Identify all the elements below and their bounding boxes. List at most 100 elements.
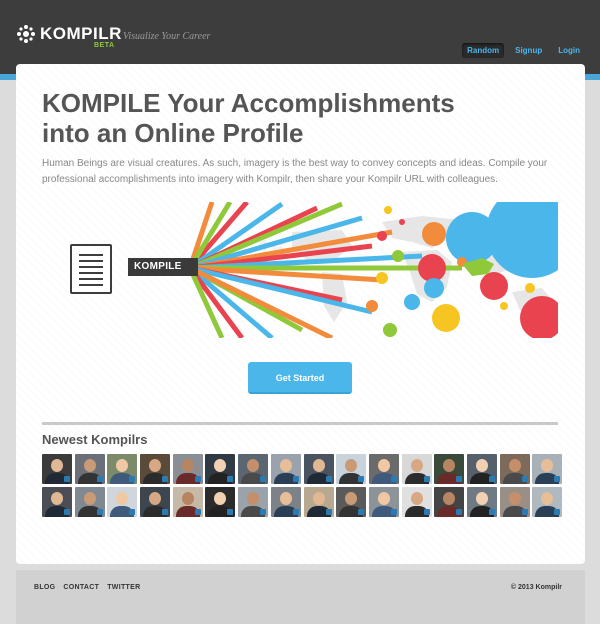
linkedin-badge-icon bbox=[554, 476, 561, 482]
linkedin-badge-icon bbox=[423, 509, 430, 515]
footer-contact-link[interactable]: CONTACT bbox=[63, 584, 99, 591]
avatar-head bbox=[443, 492, 456, 505]
avatar-head bbox=[247, 492, 260, 505]
avatar-head bbox=[443, 459, 456, 472]
avatar[interactable] bbox=[238, 487, 269, 517]
avatar[interactable] bbox=[42, 454, 72, 484]
copyright: © 2013 Kompilr bbox=[510, 584, 562, 591]
logo-text: KOMPILR bbox=[40, 24, 122, 43]
hero-graphic: 16 16 bbox=[187, 186, 578, 341]
avatar-head bbox=[51, 459, 63, 472]
avatar[interactable] bbox=[532, 487, 563, 517]
avatar[interactable] bbox=[466, 487, 497, 517]
footer-twitter-link[interactable]: TWITTER bbox=[107, 584, 140, 591]
linkedin-badge-icon bbox=[129, 509, 136, 515]
avatar[interactable] bbox=[205, 487, 236, 517]
hero-illustration: 16 16 bbox=[42, 186, 578, 341]
linkedin-badge-icon bbox=[194, 509, 201, 515]
footer-links: BLOG CONTACT TWITTER bbox=[34, 584, 140, 591]
footer bbox=[16, 570, 585, 624]
avatar[interactable] bbox=[270, 454, 301, 484]
avatar[interactable] bbox=[401, 454, 432, 484]
avatar-head bbox=[475, 459, 488, 472]
linkedin-badge-icon bbox=[292, 509, 299, 515]
avatar[interactable] bbox=[401, 487, 432, 517]
nav-login-link[interactable]: Login bbox=[553, 43, 585, 58]
linkedin-badge-icon bbox=[292, 476, 299, 482]
linkedin-badge-icon bbox=[227, 476, 234, 482]
avatar-head bbox=[410, 459, 423, 472]
avatar-head bbox=[345, 459, 358, 472]
avatar-head bbox=[51, 492, 63, 505]
avatar-head bbox=[247, 459, 260, 472]
avatar-head bbox=[149, 492, 162, 505]
linkedin-badge-icon bbox=[390, 476, 397, 482]
page-title-line1: KOMPILE Your Accomplishments bbox=[42, 88, 455, 118]
avatar-head bbox=[345, 492, 358, 505]
avatar[interactable] bbox=[107, 454, 138, 484]
kompile-label: KOMPILE bbox=[128, 258, 198, 276]
linkedin-badge-icon bbox=[96, 476, 103, 482]
nav-signup-link[interactable]: Signup bbox=[510, 43, 547, 58]
avatar[interactable] bbox=[270, 487, 301, 517]
linkedin-badge-icon bbox=[554, 509, 561, 515]
linkedin-badge-icon bbox=[162, 509, 169, 515]
logo[interactable]: KOMPILR bbox=[16, 24, 122, 44]
avatar[interactable] bbox=[336, 454, 367, 484]
avatar[interactable] bbox=[74, 487, 105, 517]
linkedin-badge-icon bbox=[521, 476, 528, 482]
top-nav: Random Signup Login bbox=[462, 43, 585, 58]
avatar-head bbox=[149, 459, 162, 472]
linkedin-badge-icon bbox=[456, 476, 463, 482]
avatar[interactable] bbox=[172, 487, 203, 517]
beta-badge: BETA bbox=[94, 42, 115, 49]
avatar-head bbox=[377, 492, 390, 505]
avatar[interactable] bbox=[140, 454, 171, 484]
avatar[interactable] bbox=[532, 454, 563, 484]
linkedin-badge-icon bbox=[488, 509, 495, 515]
avatar[interactable] bbox=[368, 487, 399, 517]
avatar[interactable] bbox=[74, 454, 105, 484]
avatar-head bbox=[541, 459, 554, 472]
avatar-head bbox=[541, 492, 554, 505]
linkedin-badge-icon bbox=[325, 509, 332, 515]
avatar-head bbox=[279, 459, 292, 472]
avatar[interactable] bbox=[107, 487, 138, 517]
linkedin-badge-icon bbox=[358, 476, 365, 482]
linkedin-badge-icon bbox=[260, 509, 267, 515]
avatar[interactable] bbox=[466, 454, 497, 484]
linkedin-badge-icon bbox=[521, 509, 528, 515]
linkedin-badge-icon bbox=[227, 509, 234, 515]
avatar[interactable] bbox=[172, 454, 203, 484]
avatar-head bbox=[475, 492, 488, 505]
linkedin-badge-icon bbox=[423, 476, 430, 482]
avatar-head bbox=[312, 459, 325, 472]
avatar-head bbox=[83, 492, 96, 505]
avatar[interactable] bbox=[499, 487, 530, 517]
linkedin-badge-icon bbox=[358, 509, 365, 515]
nav-random-link[interactable]: Random bbox=[462, 43, 505, 58]
avatar-head bbox=[214, 492, 227, 505]
footer-blog-link[interactable]: BLOG bbox=[34, 584, 55, 591]
linkedin-badge-icon bbox=[162, 476, 169, 482]
avatar-head bbox=[214, 459, 227, 472]
avatar[interactable] bbox=[42, 487, 72, 517]
avatar[interactable] bbox=[499, 454, 530, 484]
avatar[interactable] bbox=[434, 487, 465, 517]
avatar[interactable] bbox=[336, 487, 367, 517]
avatar[interactable] bbox=[205, 454, 236, 484]
avatar-head bbox=[312, 492, 325, 505]
avatar[interactable] bbox=[303, 487, 334, 517]
avatar[interactable] bbox=[140, 487, 171, 517]
get-started-button[interactable]: Get Started bbox=[248, 362, 352, 394]
section-divider bbox=[42, 422, 558, 425]
avatar[interactable] bbox=[238, 454, 269, 484]
linkedin-badge-icon bbox=[64, 476, 70, 482]
linkedin-badge-icon bbox=[260, 476, 267, 482]
newest-kompilrs-heading: Newest Kompilrs bbox=[42, 432, 148, 447]
avatar[interactable] bbox=[434, 454, 465, 484]
avatar-head bbox=[83, 459, 96, 472]
linkedin-badge-icon bbox=[129, 476, 136, 482]
avatar[interactable] bbox=[368, 454, 399, 484]
avatar[interactable] bbox=[303, 454, 334, 484]
